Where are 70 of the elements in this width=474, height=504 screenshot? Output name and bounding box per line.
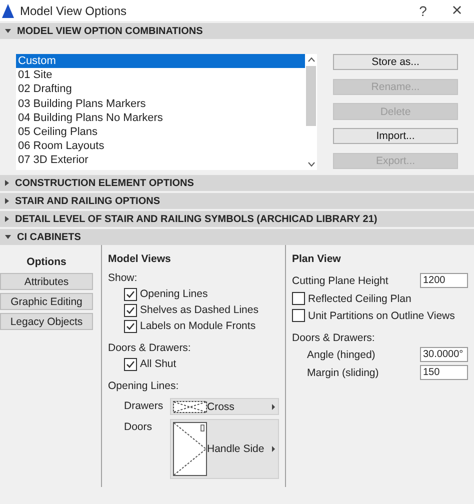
list-item[interactable]: 06 Room Layouts [16, 139, 305, 154]
list-item[interactable]: Custom [16, 54, 305, 68]
side-tab[interactable]: Attributes [0, 273, 93, 290]
group-title: Model Views [108, 253, 171, 265]
expand-triangle-icon [5, 235, 11, 239]
field-label: Angle (hinged) [307, 348, 376, 360]
checkbox[interactable] [124, 304, 137, 316]
checkbox-label: Labels on Module Fronts [140, 320, 256, 332]
close-button[interactable]: × [440, 0, 474, 21]
list-item[interactable]: 04 Building Plans No Markers [16, 110, 305, 125]
picker-value: Cross [207, 400, 236, 412]
window-title: Model View Options [20, 4, 128, 18]
action-button[interactable]: Import... [333, 128, 458, 144]
scroll-up-icon[interactable] [308, 57, 314, 62]
list-item[interactable]: 01 Site [16, 68, 305, 82]
list-item[interactable]: 07 3D Exterior [16, 153, 305, 168]
checkbox-label: Unit Partitions on Outline Views [308, 310, 455, 322]
section-title: CONSTRUCTION ELEMENT OPTIONS [15, 178, 194, 188]
section-header[interactable]: STAIR AND RAILING OPTIONS [0, 193, 474, 209]
checkbox[interactable] [292, 292, 305, 305]
submenu-arrow-icon [272, 404, 275, 410]
checkbox[interactable] [124, 288, 137, 300]
section-header[interactable]: CI CABINETS [0, 229, 474, 245]
scroll-down-icon[interactable] [308, 162, 314, 167]
input-field[interactable]: 30.0000° [420, 347, 468, 362]
scrollbar[interactable] [305, 54, 317, 170]
list-item[interactable]: 05 Ceiling Plans [16, 124, 305, 140]
checkbox[interactable] [124, 358, 137, 370]
submenu-arrow-icon [272, 446, 275, 452]
group-label: Show: [108, 272, 138, 284]
expand-triangle-icon [5, 198, 9, 204]
expand-triangle-icon [5, 216, 9, 222]
expand-triangle-icon [5, 180, 9, 186]
list-item[interactable]: 03 Building Plans Markers [16, 96, 305, 111]
side-tab[interactable]: Legacy Objects [0, 313, 93, 330]
section-title: MODEL VIEW OPTION COMBINATIONS [17, 26, 203, 36]
field-label: Cutting Plane Height [292, 274, 388, 286]
action-button[interactable]: Store as... [333, 54, 458, 70]
help-button[interactable]: ? [406, 2, 440, 18]
door-opening-icon [173, 422, 207, 476]
side-tab[interactable]: Options [0, 253, 93, 270]
doors-picker[interactable]: Handle Side [170, 419, 279, 479]
group-title: Plan View [292, 253, 341, 265]
input-field[interactable]: 1200 [420, 273, 468, 288]
section-header[interactable]: DETAIL LEVEL OF STAIR AND RAILING SYMBOLS (ARCHICAD LIBRARY 21) [0, 211, 474, 227]
section-title: DETAIL LEVEL OF STAIR AND RAILING SYMBOLS (ARCHICAD LIBRARY 21) [15, 214, 378, 224]
checkbox-label: Shelves as Dashed Lines [140, 304, 258, 316]
field-label: Drawers [124, 399, 164, 412]
section-header[interactable]: CONSTRUCTION ELEMENT OPTIONS [0, 175, 474, 191]
section-title: STAIR AND RAILING OPTIONS [15, 196, 160, 206]
expand-triangle-icon [5, 29, 11, 33]
field-label: Doors [124, 420, 154, 433]
drawers-picker[interactable]: Cross [170, 398, 279, 415]
input-field[interactable]: 150 [420, 365, 468, 380]
picker-value: Handle Side [207, 443, 266, 455]
section-header[interactable]: MODEL VIEW OPTION COMBINATIONS [0, 23, 474, 39]
field-label: Margin (sliding) [307, 366, 379, 378]
checkbox-label: Opening Lines [140, 288, 208, 300]
list-item[interactable]: 02 Drafting [16, 82, 305, 97]
checkbox[interactable] [124, 320, 137, 332]
group-label: Opening Lines: [108, 380, 179, 392]
side-tab[interactable]: Graphic Editing [0, 293, 93, 310]
app-icon [2, 4, 14, 18]
checkbox-label: Reflected Ceiling Plan [308, 292, 412, 304]
drawer-cross-icon [173, 400, 207, 412]
group-label: Doors & Drawers: [108, 342, 191, 354]
section-title: CI CABINETS [17, 232, 81, 242]
checkbox-label: All Shut [140, 358, 176, 370]
group-label: Doors & Drawers: [292, 332, 375, 344]
checkbox[interactable] [292, 309, 305, 322]
